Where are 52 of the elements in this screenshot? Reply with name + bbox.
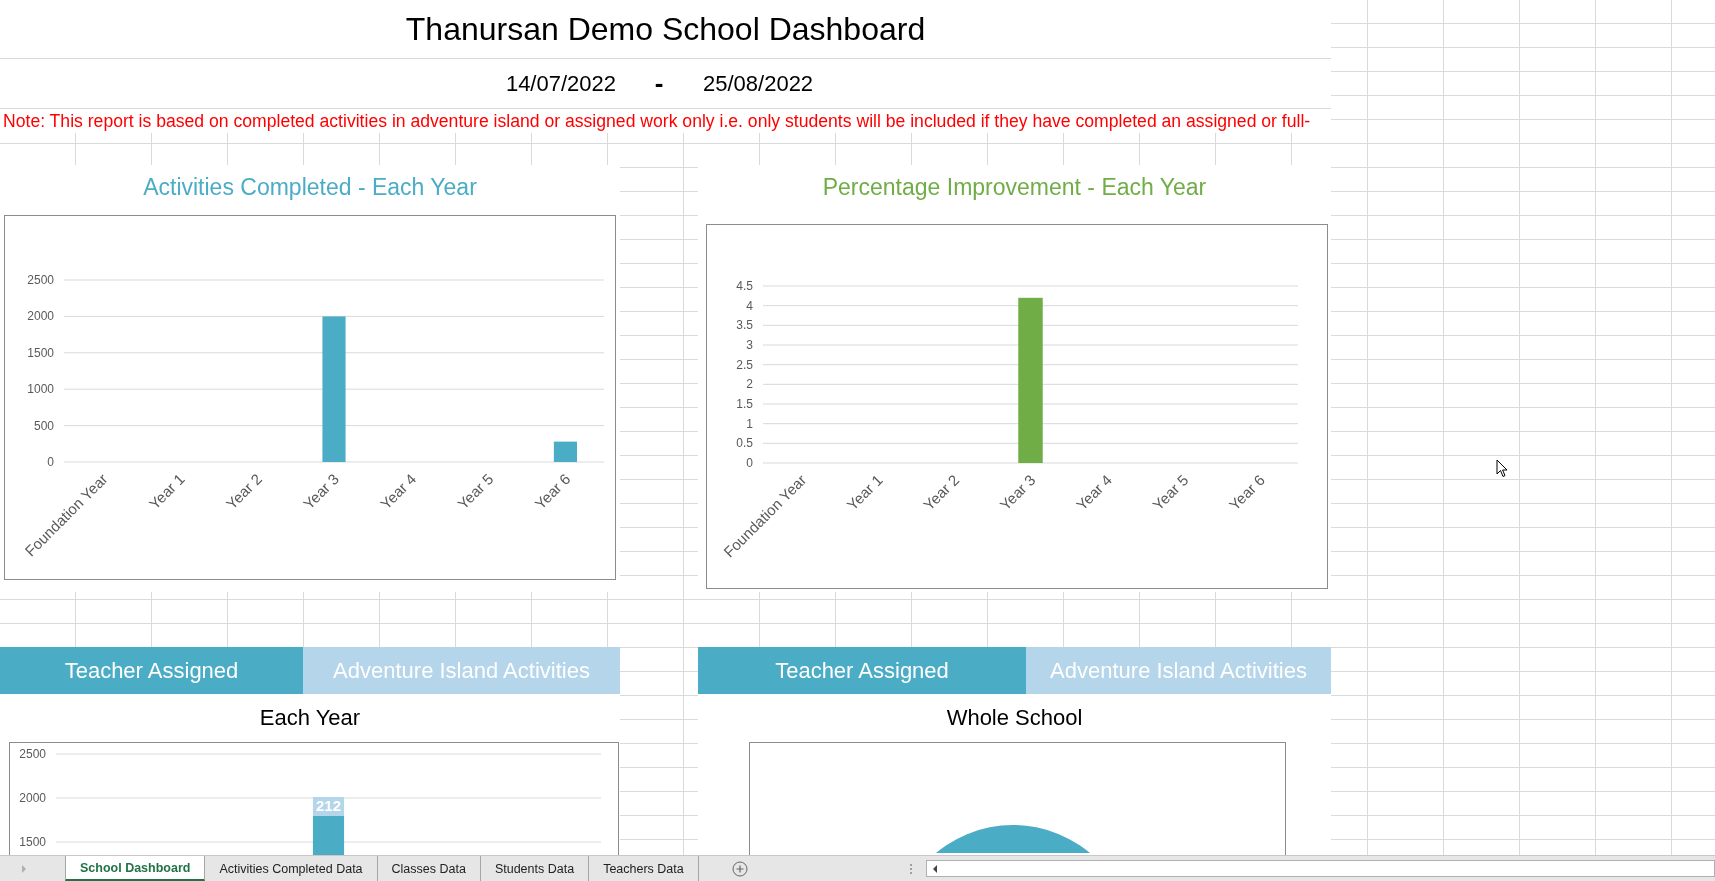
axis-tick-label: 2000 [19, 791, 46, 805]
axis-tick-label: 4 [746, 298, 753, 313]
axis-tick-label: 2 [746, 377, 753, 392]
chart-heading: Each Year [259, 704, 361, 732]
dashboard-title: Thanursan Demo School Dashboard [405, 10, 926, 48]
chart-title: Activities Completed - Each Year [143, 173, 477, 202]
date-separator: - [654, 68, 664, 99]
chart-heading: Whole School [946, 704, 1083, 732]
axis-tick-label: 2500 [27, 273, 54, 287]
axis-tick-label: 3.5 [736, 318, 753, 333]
category-label: Year 6 [1225, 471, 1268, 514]
bar [312, 815, 345, 855]
report-note: Note: This report is based on completed activities in adventure island or assigned work only i.e. only students will be included if they have completed an assigned or full- [2, 110, 1311, 132]
category-label: Year 3 [996, 471, 1039, 514]
add-sheet-icon[interactable] [731, 860, 748, 877]
sheet-tab[interactable]: School Dashboard [65, 856, 206, 881]
axis-tick-label: 500 [33, 418, 54, 433]
category-label: Year 1 [145, 470, 188, 513]
sheet-tab[interactable]: Teachers Data [589, 856, 699, 881]
axis-tick-label: 3 [746, 338, 753, 352]
axis-tick-label: 0 [746, 456, 753, 470]
sheet-tab[interactable]: Activities Completed Data [205, 856, 378, 881]
sheet-tab[interactable]: Students Data [480, 856, 590, 881]
category-label: Year 1 [843, 471, 886, 514]
mouse-pointer-icon [1496, 459, 1508, 478]
end-date: 25/08/2022 [702, 70, 814, 97]
sheet-tab[interactable]: Classes Data [377, 856, 481, 881]
labeled-bar-segment: 212 [312, 796, 345, 816]
start-date: 14/07/2022 [505, 70, 617, 97]
axis-tick-label: 2500 [19, 747, 46, 761]
axis-tick-label: 1500 [19, 835, 46, 849]
bar [553, 441, 577, 462]
splitter-icon[interactable] [908, 862, 913, 875]
category-label: Year 3 [299, 470, 343, 513]
axis-tick-label: 1 [746, 416, 753, 431]
axis-tick-label: 0 [47, 455, 54, 469]
axis-tick-label: 2000 [27, 309, 54, 324]
axis-tick-label: 2.5 [736, 357, 753, 372]
axis-tick-label: 1000 [27, 382, 54, 397]
category-label: Year 2 [919, 471, 963, 514]
axis-tick-label: 1.5 [736, 397, 753, 411]
category-label: Year 4 [1072, 471, 1116, 514]
chart-title: Percentage Improvement - Each Year [822, 173, 1207, 202]
axis-tick-label: 1500 [27, 345, 54, 360]
category-label: Year 5 [454, 470, 497, 513]
category-label: Year 2 [222, 470, 265, 513]
category-label: Year 4 [376, 470, 420, 513]
axis-tick-label: 4.5 [736, 279, 753, 293]
horizontal-scrollbar[interactable] [925, 860, 1715, 877]
axis-tick-label: 0.5 [736, 436, 753, 451]
category-label: Year 5 [1149, 471, 1192, 514]
category-label: Year 6 [531, 470, 574, 513]
